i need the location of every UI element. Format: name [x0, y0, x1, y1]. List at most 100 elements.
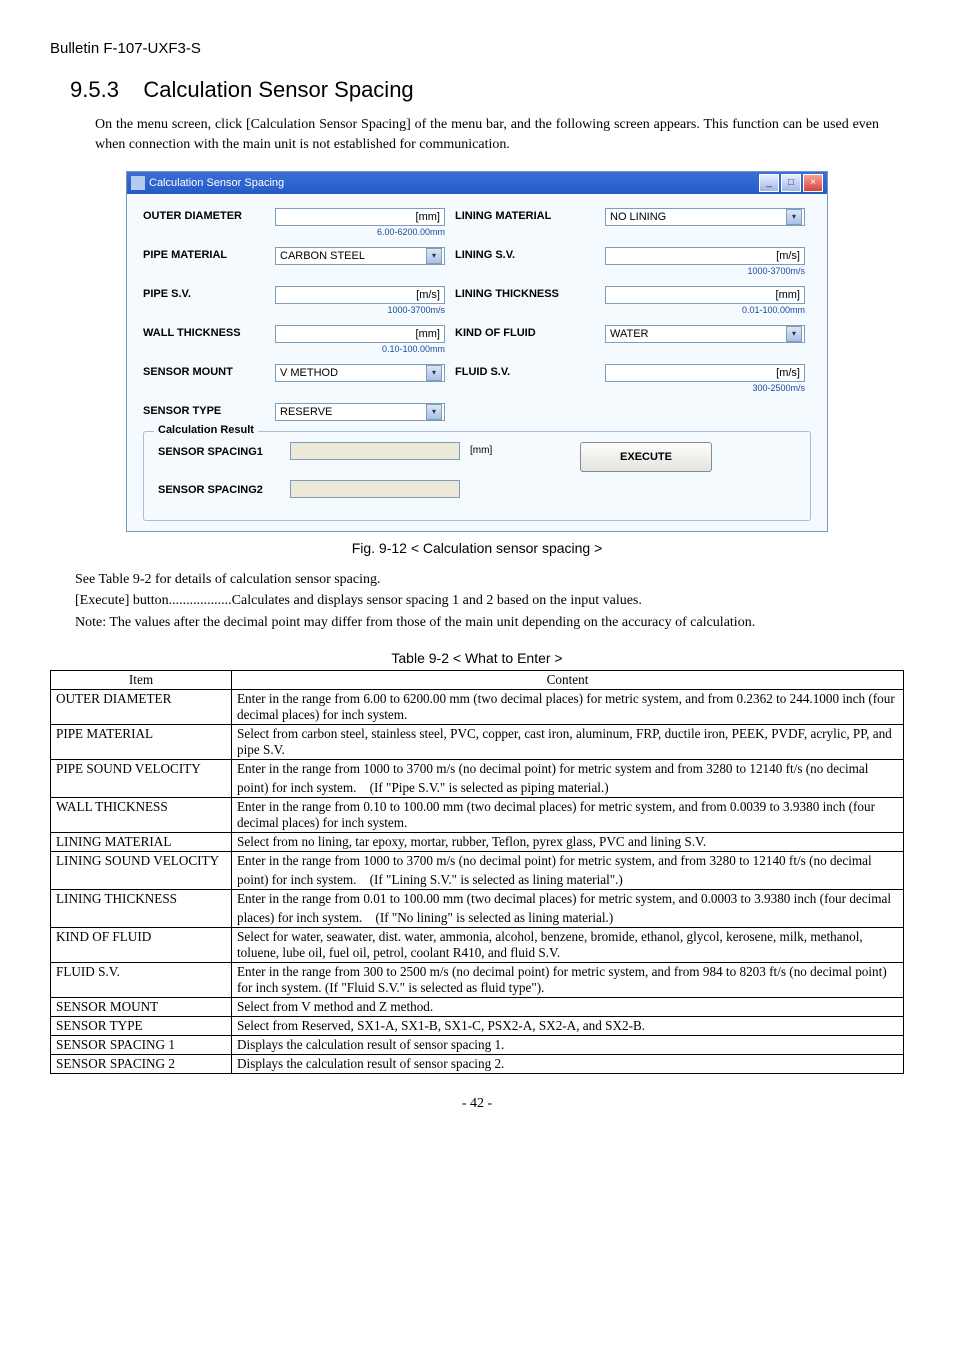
- table-row: OUTER DIAMETEREnter in the range from 6.…: [51, 690, 904, 725]
- field-wrapper: V METHOD▾: [275, 364, 445, 382]
- table-cell-item: KIND OF FLUID: [51, 928, 232, 963]
- table-cell-item: PIPE SOUND VELOCITY: [51, 760, 232, 798]
- field-wrapper: [m/s]1000-3700m/s: [275, 286, 445, 315]
- sensor-spacing1-field: [290, 442, 460, 460]
- table-cell-content: Enter in the range from 0.10 to 100.00 m…: [232, 798, 904, 833]
- chevron-down-icon: ▾: [786, 326, 802, 342]
- section-title: 9.5.3 Calculation Sensor Spacing: [70, 77, 904, 103]
- table-cell-item: PIPE MATERIAL: [51, 725, 232, 760]
- range-hint: 0.10-100.00mm: [275, 344, 445, 354]
- field-label: LINING S.V.: [455, 247, 595, 261]
- field-label: PIPE MATERIAL: [143, 247, 265, 261]
- text-input[interactable]: [m/s]: [275, 286, 445, 304]
- field-label: OUTER DIAMETER: [143, 208, 265, 222]
- page-number: - 42 -: [50, 1096, 904, 1112]
- table-cell-item: LINING SOUND VELOCITY: [51, 852, 232, 890]
- range-hint: 1000-3700m/s: [275, 305, 445, 315]
- dropdown[interactable]: WATER▾: [605, 325, 805, 343]
- sensor-spacing2-label: SENSOR SPACING2: [158, 482, 280, 496]
- intro-paragraph: On the menu screen, click [Calculation S…: [95, 115, 879, 156]
- table-cell-content: Displays the calculation result of senso…: [232, 1055, 904, 1074]
- field-label: WALL THICKNESS: [143, 325, 265, 339]
- titlebar: Calculation Sensor Spacing _ □ ×: [127, 172, 827, 194]
- table-row: PIPE MATERIALSelect from carbon steel, s…: [51, 725, 904, 760]
- form-area: OUTER DIAMETER[mm]6.00-6200.00mmLINING M…: [127, 194, 827, 531]
- text-input[interactable]: [mm]: [605, 286, 805, 304]
- chevron-down-icon: ▾: [426, 248, 442, 264]
- minimize-button[interactable]: _: [759, 174, 779, 192]
- table-row: FLUID S.V.Enter in the range from 300 to…: [51, 963, 904, 998]
- app-window: Calculation Sensor Spacing _ □ × OUTER D…: [126, 171, 828, 532]
- table-row: LINING SOUND VELOCITYEnter in the range …: [51, 852, 904, 890]
- table-row: SENSOR SPACING 2Displays the calculation…: [51, 1055, 904, 1074]
- table-caption: Table 9-2 < What to Enter >: [50, 650, 904, 666]
- text-input[interactable]: [m/s]: [605, 247, 805, 265]
- table-cell-content: Select from carbon steel, stainless stee…: [232, 725, 904, 760]
- table-row: WALL THICKNESSEnter in the range from 0.…: [51, 798, 904, 833]
- table-cell-content: Select from no lining, tar epoxy, mortar…: [232, 833, 904, 852]
- text-input[interactable]: [mm]: [275, 325, 445, 343]
- table-row: PIPE SOUND VELOCITYEnter in the range fr…: [51, 760, 904, 798]
- field-wrapper: [m/s]300-2500m/s: [605, 364, 805, 393]
- range-hint: 0.01-100.00mm: [605, 305, 805, 315]
- dropdown[interactable]: NO LINING ▾: [605, 208, 805, 226]
- dropdown[interactable]: CARBON STEEL▾: [275, 247, 445, 265]
- note-line: Note: The values after the decimal point…: [75, 613, 879, 633]
- table-cell-content: Enter in the range from 0.01 to 100.00 m…: [232, 890, 904, 928]
- execute-description: [Execute] button..................Calcul…: [75, 591, 879, 611]
- table-row: LINING MATERIALSelect from no lining, ta…: [51, 833, 904, 852]
- section-heading: Calculation Sensor Spacing: [143, 77, 413, 102]
- field-wrapper: [m/s]1000-3700m/s: [605, 247, 805, 276]
- app-icon: [131, 176, 145, 190]
- table-cell-item: OUTER DIAMETER: [51, 690, 232, 725]
- chevron-down-icon: ▾: [426, 365, 442, 381]
- form-row: SENSOR TYPERESERVE▾: [143, 403, 811, 421]
- result-unit: [mm]: [470, 445, 530, 456]
- table-row: SENSOR MOUNTSelect from V method and Z m…: [51, 998, 904, 1017]
- table-cell-item: LINING MATERIAL: [51, 833, 232, 852]
- table-cell-content: Select for water, seawater, dist. water,…: [232, 928, 904, 963]
- field-wrapper: [mm]0.01-100.00mm: [605, 286, 805, 315]
- range-hint: 6.00-6200.00mm: [275, 227, 445, 237]
- sensor-spacing1-label: SENSOR SPACING1: [158, 444, 280, 458]
- close-button[interactable]: ×: [803, 174, 823, 192]
- table-cell-content: Enter in the range from 1000 to 3700 m/s…: [232, 760, 904, 798]
- table-cell-item: SENSOR SPACING 2: [51, 1055, 232, 1074]
- field-label: LINING THICKNESS: [455, 286, 595, 300]
- table-cell-content: Enter in the range from 1000 to 3700 m/s…: [232, 852, 904, 890]
- field-label: KIND OF FLUID: [455, 325, 595, 339]
- window-title: Calculation Sensor Spacing: [149, 177, 284, 189]
- range-hint: 1000-3700m/s: [605, 266, 805, 276]
- maximize-button[interactable]: □: [781, 174, 801, 192]
- what-to-enter-table: Item Content OUTER DIAMETEREnter in the …: [50, 670, 904, 1074]
- form-row: PIPE S.V. [m/s]1000-3700m/s LINING THICKNE…: [143, 286, 811, 315]
- table-cell-item: WALL THICKNESS: [51, 798, 232, 833]
- field-label: [455, 403, 595, 405]
- execute-button[interactable]: EXECUTE: [580, 442, 712, 472]
- table-row: SENSOR TYPESelect from Reserved, SX1-A, …: [51, 1017, 904, 1036]
- dropdown[interactable]: V METHOD▾: [275, 364, 445, 382]
- table-cell-item: SENSOR MOUNT: [51, 998, 232, 1017]
- field-wrapper: [mm]6.00-6200.00mm: [275, 208, 445, 237]
- table-cell-item: SENSOR SPACING 1: [51, 1036, 232, 1055]
- field-label: PIPE S.V.: [143, 286, 265, 300]
- text-input[interactable]: [m/s]: [605, 364, 805, 382]
- dropdown[interactable]: RESERVE▾: [275, 403, 445, 421]
- table-row: KIND OF FLUIDSelect for water, seawater,…: [51, 928, 904, 963]
- form-row: SENSOR MOUNT V METHOD▾ FLUID S.V. [m/s]300-…: [143, 364, 811, 393]
- section-number: 9.5.3: [70, 77, 119, 102]
- doc-header: Bulletin F-107-UXF3-S: [50, 40, 904, 57]
- chevron-down-icon: ▾: [786, 209, 802, 225]
- table-cell-content: Select from V method and Z method.: [232, 998, 904, 1017]
- field-wrapper: WATER▾: [605, 325, 805, 343]
- field-label: FLUID S.V.: [455, 364, 595, 378]
- table-cell-content: Select from Reserved, SX1-A, SX1-B, SX1-…: [232, 1017, 904, 1036]
- dropdown-value: NO LINING: [610, 211, 666, 223]
- table-cell-content: Enter in the range from 300 to 2500 m/s …: [232, 963, 904, 998]
- text-input[interactable]: [mm]: [275, 208, 445, 226]
- table-cell-content: Displays the calculation result of senso…: [232, 1036, 904, 1055]
- dropdown-value: RESERVE: [280, 406, 332, 418]
- field-label: SENSOR MOUNT: [143, 364, 265, 378]
- table-cell-item: SENSOR TYPE: [51, 1017, 232, 1036]
- field-label: LINING MATERIAL: [455, 208, 595, 222]
